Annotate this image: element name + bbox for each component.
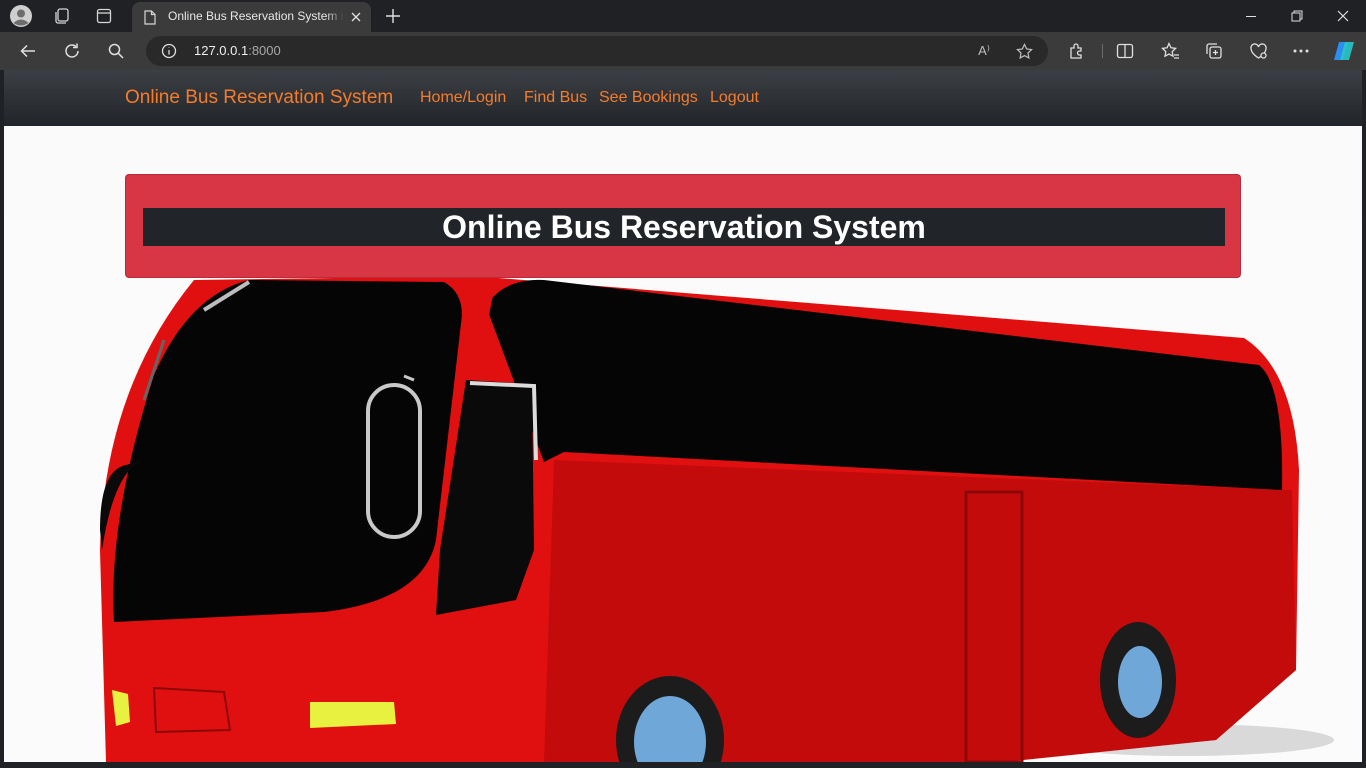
browser-tabstrip: Online Bus Reservation System in Django <box>0 0 1366 32</box>
split-screen-icon[interactable] <box>1114 40 1136 62</box>
favorite-star-icon[interactable] <box>1014 41 1034 61</box>
new-tab-icon[interactable] <box>382 5 404 27</box>
url-text[interactable]: 127.0.0.1:8000 <box>194 43 281 58</box>
url-host: 127.0.0.1 <box>194 43 249 58</box>
nav-link-logout[interactable]: Logout <box>710 89 759 107</box>
browser-tab-active[interactable]: Online Bus Reservation System in Django <box>132 2 371 32</box>
copilot-icon[interactable] <box>1331 38 1357 64</box>
back-icon[interactable] <box>17 40 39 62</box>
restore-window-icon[interactable] <box>1286 6 1308 26</box>
profile-avatar-icon[interactable] <box>9 4 33 28</box>
site-info-icon[interactable] <box>160 42 178 60</box>
favorites-icon[interactable] <box>1159 40 1181 62</box>
tab-title: Online Bus Reservation System in Django <box>168 9 344 23</box>
hero-title: Online Bus Reservation System <box>143 208 1225 246</box>
extensions-icon[interactable] <box>1066 40 1088 62</box>
address-bar[interactable]: 127.0.0.1:8000 A⁾ <box>146 36 1048 66</box>
bus-illustration <box>4 220 1362 762</box>
collections-icon[interactable] <box>1203 40 1225 62</box>
read-aloud-icon[interactable]: A⁾ <box>974 42 994 60</box>
url-port: :8000 <box>248 43 281 58</box>
search-icon[interactable] <box>105 40 127 62</box>
minimize-window-icon[interactable] <box>1240 6 1262 26</box>
nav-link-see-bookings[interactable]: See Bookings <box>599 89 698 107</box>
nav-link-find-bus[interactable]: Find Bus <box>524 89 587 107</box>
tab-actions-icon[interactable] <box>93 5 115 27</box>
window-bottom-edge <box>0 762 1366 768</box>
browser-toolbar: 127.0.0.1:8000 A⁾ <box>0 32 1366 70</box>
site-navbar: Online Bus Reservation System Home/Login… <box>4 70 1362 126</box>
tab-close-icon[interactable] <box>348 9 364 25</box>
refresh-icon[interactable] <box>61 40 83 62</box>
workspaces-icon[interactable] <box>51 5 73 27</box>
browser-essentials-icon[interactable] <box>1247 40 1269 62</box>
page-favicon-icon <box>142 9 158 25</box>
close-window-icon[interactable] <box>1332 6 1354 26</box>
hero-banner: Online Bus Reservation System <box>125 174 1241 278</box>
page-viewport: Online Bus Reservation System Home/Login… <box>4 70 1362 762</box>
toolbar-separator <box>1102 44 1103 58</box>
nav-link-home-login[interactable]: Home/Login <box>420 89 506 107</box>
navbar-brand[interactable]: Online Bus Reservation System <box>125 87 393 109</box>
settings-more-icon[interactable] <box>1290 40 1312 62</box>
